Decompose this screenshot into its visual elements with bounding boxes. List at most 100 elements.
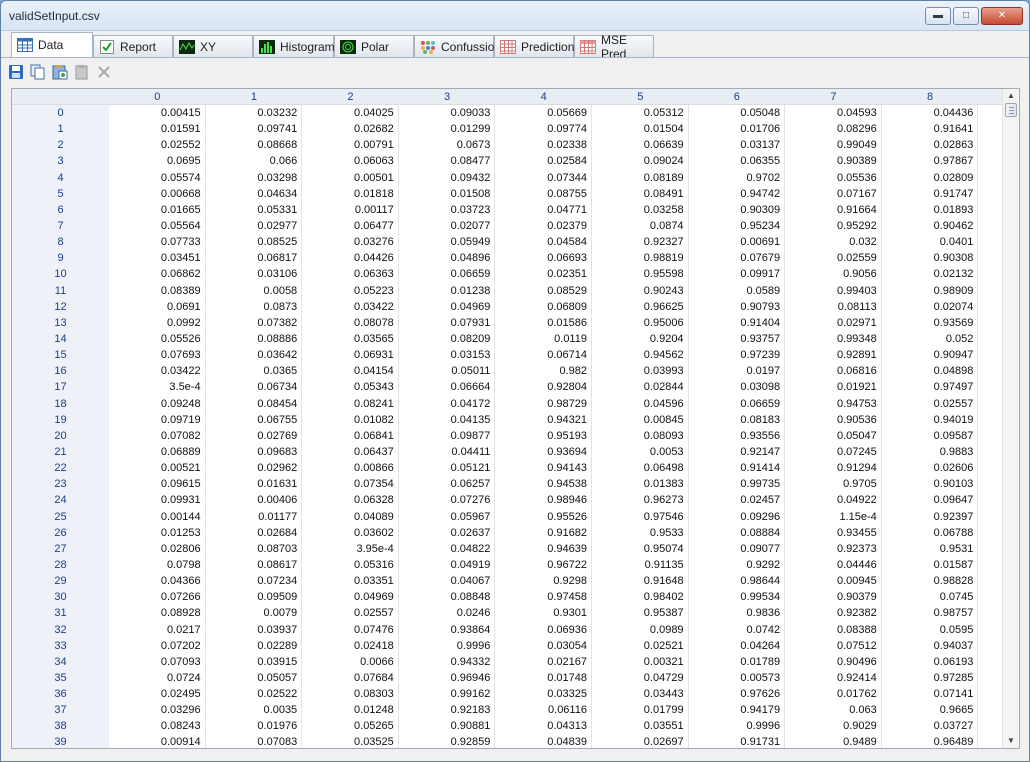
table-cell[interactable]: 0.98946	[495, 492, 592, 509]
table-cell[interactable]: 0.03642	[206, 347, 303, 364]
table-cell[interactable]: 0.03937	[206, 621, 303, 638]
table-cell[interactable]: 0.08296	[785, 121, 882, 138]
table-cell[interactable]: 0.94639	[495, 540, 592, 557]
row-index[interactable]: 27	[12, 540, 109, 557]
table-cell[interactable]: 0.91664	[785, 201, 882, 218]
table-cell[interactable]: 0.07245	[785, 443, 882, 461]
table-cell[interactable]: 0.03054	[495, 637, 592, 654]
table-cell[interactable]: 0.01921	[785, 379, 882, 396]
table-cell[interactable]: 0.90379	[785, 589, 882, 606]
table-cell[interactable]: 0.01082	[302, 411, 399, 428]
table-cell[interactable]: 0.08454	[206, 395, 303, 412]
table-cell[interactable]: 0.91414	[689, 460, 786, 477]
table-cell[interactable]: 0.04135	[399, 411, 496, 428]
table-cell[interactable]: 0.96273	[592, 492, 689, 509]
table-cell[interactable]: 0.03993	[592, 363, 689, 380]
table-cell[interactable]: 0.01893	[882, 201, 979, 218]
table-cell[interactable]: 0.08093	[592, 427, 689, 444]
row-index[interactable]: 21	[12, 443, 109, 461]
table-cell[interactable]: 0.04411	[399, 443, 496, 461]
table-cell[interactable]: 0.97239	[689, 347, 786, 364]
row-index[interactable]: 22	[12, 460, 109, 477]
table-cell[interactable]: 0.91747	[882, 185, 979, 202]
table-cell[interactable]: 0.02971	[785, 314, 882, 331]
table-cell[interactable]: 0.04634	[206, 185, 303, 202]
table-cell[interactable]: 0.92382	[785, 605, 882, 622]
row-index[interactable]: 7	[12, 217, 109, 235]
table-cell[interactable]: 0.9298	[495, 573, 592, 590]
table-cell[interactable]: 0.01665	[109, 201, 206, 218]
table-cell[interactable]: 0.05669	[495, 105, 592, 122]
table-cell[interactable]: 0.05967	[399, 508, 496, 525]
close-button[interactable]: ✕	[981, 7, 1023, 25]
table-cell[interactable]: 0.98819	[592, 250, 689, 267]
table-cell[interactable]: 0.94538	[495, 476, 592, 493]
table-cell[interactable]: 0.02559	[785, 250, 882, 267]
table-cell[interactable]: 0.04839	[495, 734, 592, 748]
table-cell[interactable]: 0.98644	[689, 573, 786, 590]
minimize-button[interactable]: ▬	[925, 7, 951, 25]
table-cell[interactable]: 0.05343	[302, 379, 399, 396]
table-cell[interactable]: 0.06664	[399, 379, 496, 396]
table-cell[interactable]: 0.07083	[206, 734, 303, 748]
table-cell[interactable]: 0.02167	[495, 653, 592, 670]
row-index[interactable]: 36	[12, 686, 109, 703]
table-cell[interactable]: 0.09024	[592, 153, 689, 170]
table-cell[interactable]: 0.91731	[689, 734, 786, 748]
table-cell[interactable]: 0.90881	[399, 718, 496, 735]
table-cell[interactable]: 0.07167	[785, 185, 882, 202]
table-cell[interactable]: 0.07344	[495, 169, 592, 186]
table-cell[interactable]: 0.08703	[206, 540, 303, 557]
table-cell[interactable]: 0.07082	[109, 427, 206, 444]
row-index[interactable]: 8	[12, 234, 109, 251]
table-cell[interactable]: 0.0873	[206, 298, 303, 315]
table-cell[interactable]: 0.02495	[109, 686, 206, 703]
column-header[interactable]: 6	[689, 89, 786, 104]
table-cell[interactable]: 0.00945	[785, 573, 882, 590]
table-cell[interactable]: 0.02289	[206, 637, 303, 654]
table-cell[interactable]: 0.03276	[302, 234, 399, 251]
table-cell[interactable]: 0.04896	[399, 250, 496, 267]
table-cell[interactable]: 0.09033	[399, 105, 496, 122]
row-index[interactable]: 13	[12, 314, 109, 331]
table-cell[interactable]: 0.03422	[302, 298, 399, 315]
table-cell[interactable]: 0.0058	[206, 282, 303, 299]
table-cell[interactable]: 0.0401	[882, 234, 979, 251]
table-cell[interactable]: 0.03525	[302, 734, 399, 748]
table-cell[interactable]: 0.92859	[399, 734, 496, 748]
table-cell[interactable]: 0.01587	[882, 556, 979, 574]
table-cell[interactable]: 0.97285	[882, 669, 979, 687]
table-cell[interactable]: 0.9705	[785, 476, 882, 493]
row-index[interactable]: 17	[12, 379, 109, 396]
column-header[interactable]: 4	[495, 89, 592, 104]
table-cell[interactable]: 0.01248	[302, 702, 399, 719]
table-cell[interactable]: 0.00144	[109, 508, 206, 525]
table-cell[interactable]: 0.01238	[399, 282, 496, 299]
table-cell[interactable]: 0.02584	[495, 153, 592, 170]
row-index[interactable]: 23	[12, 476, 109, 493]
tab-histogram[interactable]: Histogram	[253, 35, 335, 57]
row-index[interactable]: 37	[12, 702, 109, 719]
table-cell[interactable]: 0.96722	[495, 556, 592, 574]
row-index[interactable]: 15	[12, 347, 109, 364]
table-cell[interactable]: 0.96489	[882, 734, 979, 748]
table-cell[interactable]: 0.982	[495, 363, 592, 380]
table-cell[interactable]: 0.00321	[592, 653, 689, 670]
table-cell[interactable]: 0.05574	[109, 169, 206, 186]
table-cell[interactable]: 0.02074	[882, 298, 979, 315]
table-cell[interactable]: 0.06257	[399, 476, 496, 493]
table-cell[interactable]: 0.92804	[495, 379, 592, 396]
table-cell[interactable]: 0.07679	[689, 250, 786, 267]
table-cell[interactable]: 0.0691	[109, 298, 206, 315]
table-cell[interactable]: 0.06693	[495, 250, 592, 267]
table-cell[interactable]: 0.93694	[495, 443, 592, 461]
row-index[interactable]: 9	[12, 250, 109, 267]
table-cell[interactable]: 0.0595	[882, 621, 979, 638]
table-cell[interactable]: 0.03153	[399, 347, 496, 364]
table-cell[interactable]: 0.08303	[302, 686, 399, 703]
table-cell[interactable]: 0.08928	[109, 605, 206, 622]
table-cell[interactable]: 0.9665	[882, 702, 979, 719]
table-cell[interactable]: 0.09741	[206, 121, 303, 138]
table-cell[interactable]: 0.94019	[882, 411, 979, 428]
row-index[interactable]: 6	[12, 201, 109, 218]
